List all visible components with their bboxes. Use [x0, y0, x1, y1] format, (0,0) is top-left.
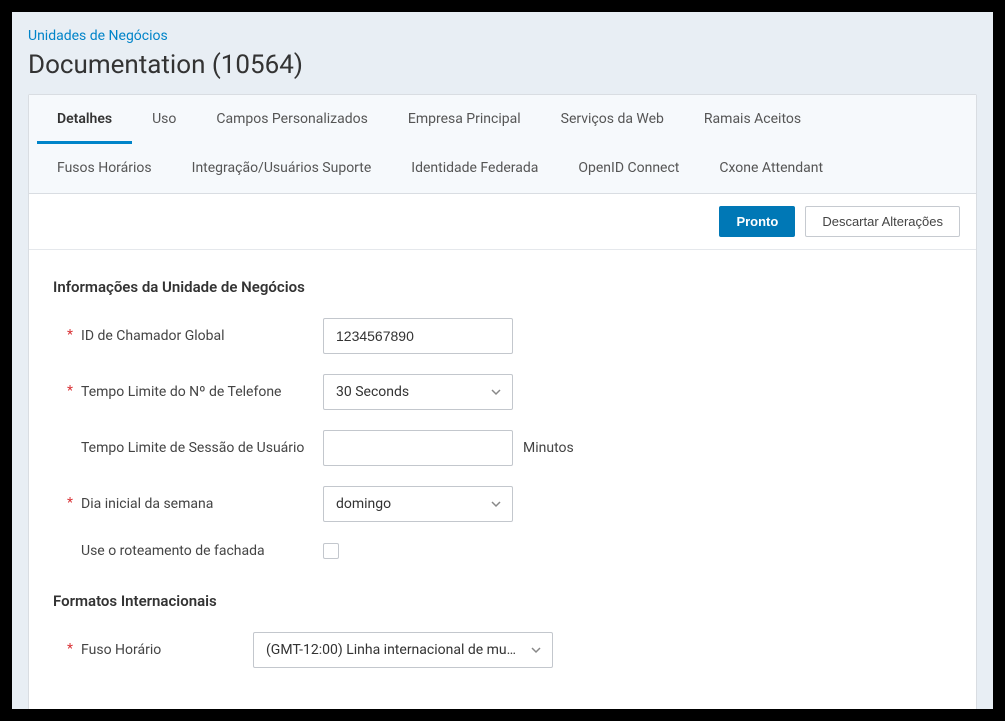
breadcrumb-link[interactable]: Unidades de Negócios — [28, 28, 977, 44]
required-icon: * — [67, 641, 73, 658]
tab-fusos-horarios[interactable]: Fusos Horários — [37, 144, 172, 193]
chevron-down-icon — [490, 498, 502, 510]
descartar-button[interactable]: Descartar Alterações — [805, 206, 960, 237]
tab-campos-personalizados[interactable]: Campos Personalizados — [196, 95, 388, 144]
row-caller-id: * ID de Chamador Global — [53, 318, 952, 354]
label-start-day: * Dia inicial da semana — [53, 495, 323, 513]
pronto-button[interactable]: Pronto — [719, 206, 795, 237]
label-timezone: * Fuso Horário — [53, 641, 253, 659]
row-timezone: * Fuso Horário (GMT-12:00) Linha interna… — [53, 632, 952, 668]
row-start-day: * Dia inicial da semana domingo — [53, 486, 952, 522]
required-icon: * — [67, 327, 73, 344]
label-phone-timeout: * Tempo Limite do Nº de Telefone — [53, 383, 323, 401]
caller-id-input[interactable] — [323, 318, 513, 354]
label-facade-routing: Use o roteamento de fachada — [53, 542, 323, 560]
timezone-select[interactable]: (GMT-12:00) Linha internacional de mudan… — [253, 632, 553, 668]
row-session-timeout: Tempo Limite de Sessão de Usuário Minuto… — [53, 430, 952, 466]
chevron-down-icon — [490, 386, 502, 398]
required-icon: * — [67, 383, 73, 400]
session-timeout-suffix: Minutos — [523, 440, 574, 456]
tabs-row-2: Fusos Horários Integração/Usuários Supor… — [37, 144, 968, 193]
session-timeout-input[interactable] — [323, 430, 513, 466]
main-panel: Detalhes Uso Campos Personalizados Empre… — [28, 94, 977, 709]
action-bar: Pronto Descartar Alterações — [29, 194, 976, 250]
section-heading-info: Informações da Unidade de Negócios — [53, 278, 952, 296]
tab-cxone-attendant[interactable]: Cxone Attendant — [699, 144, 843, 193]
tab-servicos-web[interactable]: Serviços da Web — [541, 95, 684, 144]
row-facade-routing: Use o roteamento de fachada — [53, 542, 952, 560]
tab-uso[interactable]: Uso — [132, 95, 196, 144]
tabs-container: Detalhes Uso Campos Personalizados Empre… — [29, 95, 976, 194]
required-icon: * — [67, 495, 73, 512]
tab-openid[interactable]: OpenID Connect — [558, 144, 699, 193]
page-title: Documentation (10564) — [28, 50, 977, 80]
tab-ramais-aceitos[interactable]: Ramais Aceitos — [684, 95, 821, 144]
tab-empresa-principal[interactable]: Empresa Principal — [388, 95, 541, 144]
section-heading-formatos: Formatos Internacionais — [53, 592, 952, 610]
phone-timeout-select[interactable]: 30 Seconds — [323, 374, 513, 410]
tab-detalhes[interactable]: Detalhes — [37, 95, 132, 144]
start-day-select[interactable]: domingo — [323, 486, 513, 522]
facade-routing-checkbox[interactable] — [323, 543, 339, 559]
tabs-row-1: Detalhes Uso Campos Personalizados Empre… — [37, 95, 968, 144]
form-area: Informações da Unidade de Negócios * ID … — [29, 250, 976, 709]
tab-integracao[interactable]: Integração/Usuários Suporte — [172, 144, 392, 193]
row-phone-timeout: * Tempo Limite do Nº de Telefone 30 Seco… — [53, 374, 952, 410]
label-session-timeout: Tempo Limite de Sessão de Usuário — [53, 439, 323, 457]
label-caller-id: * ID de Chamador Global — [53, 327, 323, 345]
page-container: Unidades de Negócios Documentation (1056… — [12, 12, 993, 709]
chevron-down-icon — [530, 644, 542, 656]
tab-identidade-federada[interactable]: Identidade Federada — [391, 144, 558, 193]
